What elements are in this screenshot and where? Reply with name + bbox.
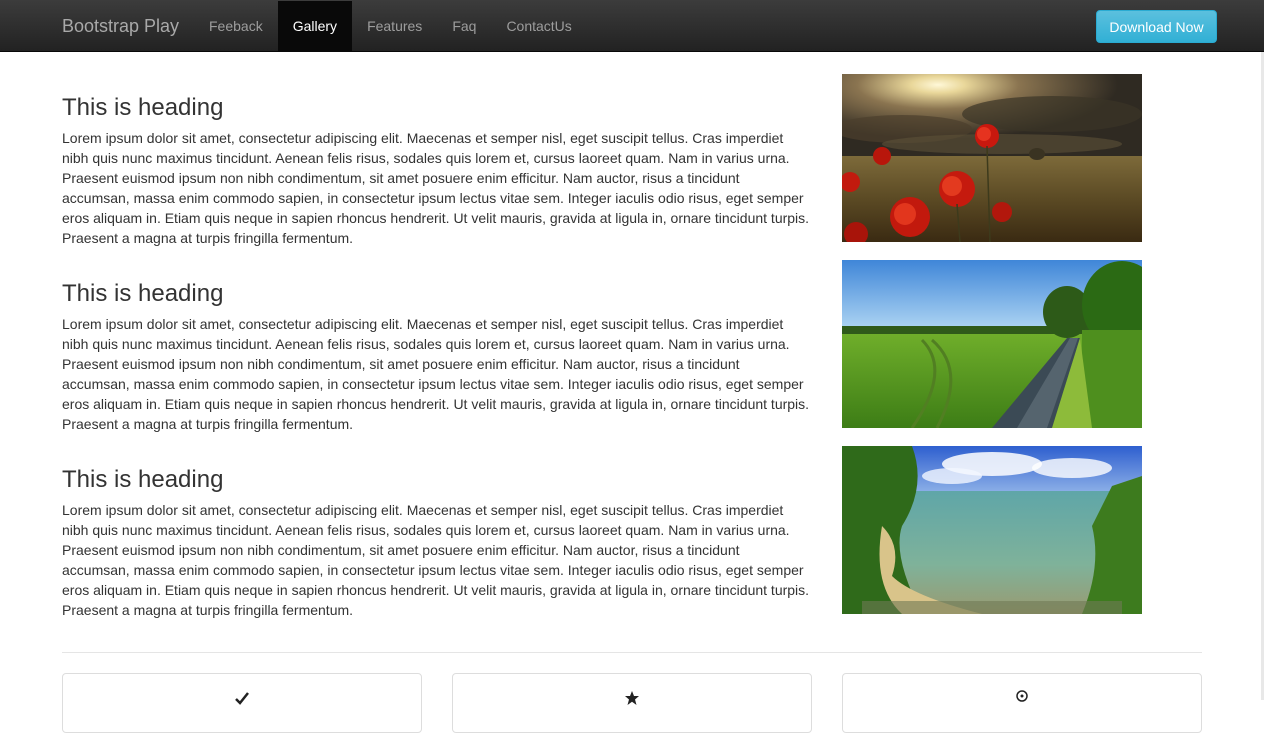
green-field-road-image: [842, 260, 1142, 428]
feature-box: [842, 673, 1202, 733]
feature-box: [452, 673, 812, 733]
nav-item-gallery[interactable]: Gallery: [277, 1, 353, 51]
section-paragraph: Lorem ipsum dolor sit amet, consectetur …: [62, 502, 810, 618]
nav-menu: Feeback Gallery Features Faq ContactUs: [194, 1, 587, 51]
nav-item-feeback[interactable]: Feeback: [194, 1, 278, 51]
poppy-field-image: [842, 74, 1142, 242]
nav-item-faq[interactable]: Faq: [437, 1, 491, 51]
checkmark-icon: [234, 690, 250, 706]
section-text: This is heading Lorem ipsum dolor sit am…: [62, 466, 810, 620]
section-heading: This is heading: [62, 280, 224, 307]
top-navbar: Bootstrap Play Feeback Gallery Features …: [0, 0, 1264, 52]
feature-box: [62, 673, 422, 733]
section-divider: [62, 652, 1202, 653]
section-paragraph: Lorem ipsum dolor sit amet, consectetur …: [62, 130, 810, 246]
star-icon: [624, 690, 640, 706]
section-text: This is heading Lorem ipsum dolor sit am…: [62, 280, 810, 434]
brand-link[interactable]: Bootstrap Play: [62, 15, 179, 37]
section-text: This is heading Lorem ipsum dolor sit am…: [62, 94, 810, 248]
section-paragraph: Lorem ipsum dolor sit amet, consectetur …: [62, 316, 810, 432]
nav-item-features[interactable]: Features: [352, 1, 437, 51]
nav-item-contactus[interactable]: ContactUs: [491, 1, 586, 51]
tropical-beach-image: [842, 446, 1142, 614]
section-heading: This is heading: [62, 94, 224, 121]
map-pin-icon: [1014, 690, 1030, 706]
section-heading: This is heading: [62, 466, 224, 493]
download-now-button[interactable]: Download Now: [1096, 10, 1217, 43]
